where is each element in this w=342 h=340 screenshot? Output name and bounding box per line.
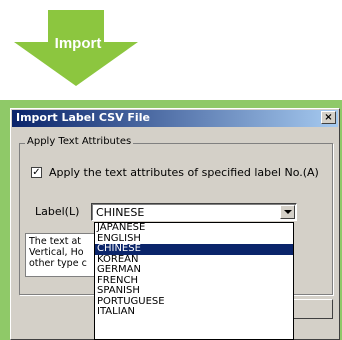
language-dropdown-list[interactable]: JAPANESE ENGLISH CHINESE KOREAN GERMAN F… (94, 222, 294, 340)
close-icon: × (324, 112, 333, 123)
import-label: Import (54, 35, 102, 52)
dropdown-option[interactable]: SPANISH (95, 285, 293, 297)
dropdown-option[interactable]: GERMAN (95, 264, 293, 276)
language-combobox[interactable]: CHINESE (91, 203, 297, 221)
dropdown-option[interactable]: JAPANESE (95, 223, 293, 234)
language-label: Label(L) (35, 205, 80, 218)
dialog-titlebar[interactable]: Import Label CSV File × (12, 110, 338, 127)
close-button[interactable]: × (321, 111, 336, 124)
apply-attributes-checkbox[interactable]: ✓ (31, 167, 42, 178)
dropdown-option-selected[interactable]: CHINESE (95, 243, 293, 255)
dialog-title: Import Label CSV File (16, 111, 150, 124)
chevron-down-icon (284, 210, 292, 214)
combobox-dropdown-button[interactable] (280, 205, 295, 219)
apply-attributes-label[interactable]: Apply the text attributes of specified l… (49, 166, 319, 179)
dropdown-option[interactable]: ITALIAN (95, 306, 293, 318)
dialog-button[interactable] (293, 299, 333, 319)
language-combobox-value: CHINESE (96, 206, 145, 219)
group-label: Apply Text Attributes (25, 136, 134, 147)
